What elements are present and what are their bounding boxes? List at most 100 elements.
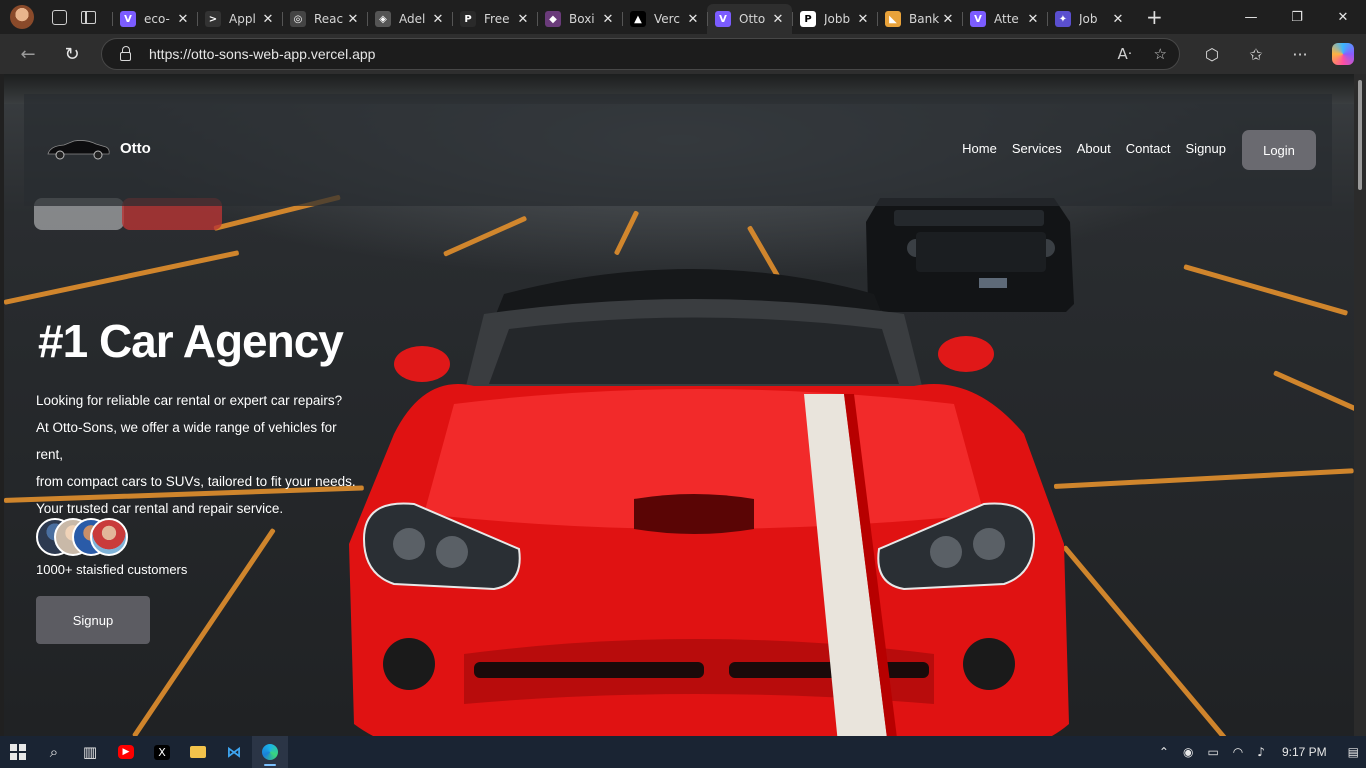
browser-tab[interactable]: V Otto ✕ — [707, 4, 792, 34]
close-window-icon[interactable]: ✕ — [1320, 0, 1366, 34]
extensions-icon[interactable]: ⬡ — [1190, 45, 1234, 64]
start-button[interactable] — [0, 736, 36, 768]
browser-tab[interactable]: ◎ Reac ✕ — [282, 4, 367, 34]
tab-title: Jobb — [824, 12, 851, 26]
close-tab-icon[interactable]: ✕ — [855, 12, 871, 27]
tab-title: Adel — [399, 12, 426, 26]
hero-line: Looking for reliable car rental or exper… — [36, 393, 343, 408]
close-tab-icon[interactable]: ✕ — [430, 12, 446, 27]
browser-tab[interactable]: ◣ Bank ✕ — [877, 4, 962, 34]
workspaces-icon[interactable] — [52, 9, 67, 25]
volume-icon[interactable]: ♪ — [1257, 745, 1265, 759]
task-view-icon[interactable]: ▥ — [72, 736, 108, 768]
browser-toolbar: ← ↻ https://otto-sons-web-app.vercel.app… — [0, 34, 1366, 74]
login-button[interactable]: Login — [1242, 130, 1316, 170]
tab-favicon-icon: ◆ — [545, 11, 561, 27]
tab-title: Boxi — [569, 12, 595, 26]
tab-actions-icon[interactable] — [81, 10, 96, 24]
page-scrollbar[interactable] — [1354, 74, 1366, 736]
favorite-star-icon[interactable]: ☆ — [1154, 45, 1167, 63]
chevron-up-icon[interactable]: ⌃ — [1159, 745, 1169, 759]
hero-signup-button[interactable]: Signup — [36, 596, 150, 644]
edge-browser-icon[interactable] — [252, 736, 288, 768]
tab-favicon-icon: ◎ — [290, 11, 306, 27]
copilot-icon[interactable] — [1332, 43, 1354, 65]
tab-title: Verc — [654, 12, 680, 26]
browser-tab[interactable]: > Appl ✕ — [197, 4, 282, 34]
vscode-icon[interactable]: ⋈ — [216, 736, 252, 768]
browser-tab[interactable]: ✦ Job ✕ — [1047, 4, 1132, 34]
windows-taskbar: ⌕ ▥ ▶ X ⋈ ⌃ ◉ ▭ ◠ ♪ 9:17 PM ▤ — [0, 736, 1366, 768]
clock-time[interactable]: 9:17 PM — [1282, 745, 1327, 759]
hero-line: At Otto-Sons, we offer a wide range of v… — [36, 420, 337, 462]
reload-icon[interactable]: ↻ — [60, 42, 84, 66]
tab-title: Appl — [229, 12, 256, 26]
favorites-icon[interactable]: ✩ — [1234, 45, 1278, 64]
main-menu: Home Services About Contact Signup — [962, 141, 1226, 156]
close-tab-icon[interactable]: ✕ — [600, 12, 616, 27]
page-viewport: Otto Home Services About Contact Signup … — [4, 74, 1354, 736]
close-tab-icon[interactable]: ✕ — [260, 12, 276, 27]
new-tab-icon[interactable]: + — [1146, 5, 1163, 29]
tab-title: Bank — [909, 12, 940, 26]
close-tab-icon[interactable]: ✕ — [175, 12, 191, 27]
nav-services-link[interactable]: Services — [1012, 141, 1062, 156]
windows-logo-icon — [10, 744, 26, 760]
search-icon[interactable]: ⌕ — [36, 736, 72, 768]
profile-avatar[interactable] — [10, 5, 34, 29]
car-logo-icon[interactable] — [44, 136, 112, 162]
tab-list: Veco- ✕ > Appl ✕ ◎ Reac ✕ ◈ Adel ✕ P Free ✕ ◆ Boxi ✕ ▲ Ver… — [112, 0, 1132, 34]
tab-favicon-icon: ▲ — [630, 11, 646, 27]
tab-favicon-icon: ◈ — [375, 11, 391, 27]
browser-tab-strip: Veco- ✕ > Appl ✕ ◎ Reac ✕ ◈ Adel ✕ P Free ✕ ◆ Boxi ✕ ▲ Ver… — [0, 0, 1366, 34]
address-bar[interactable]: https://otto-sons-web-app.vercel.app Aᐧ … — [101, 38, 1180, 70]
close-tab-icon[interactable]: ✕ — [1025, 12, 1041, 27]
tab-favicon-icon: P — [800, 11, 816, 27]
lock-icon[interactable] — [120, 45, 131, 61]
window-controls: — ❐ ✕ — [1228, 0, 1366, 34]
back-arrow-icon[interactable]: ← — [16, 42, 40, 66]
file-explorer-icon[interactable] — [180, 736, 216, 768]
close-tab-icon[interactable]: ✕ — [940, 12, 956, 27]
browser-tab[interactable]: ◆ Boxi ✕ — [537, 4, 622, 34]
browser-tab[interactable]: Veco- ✕ — [112, 4, 197, 34]
youtube-app-icon[interactable]: ▶ — [108, 736, 144, 768]
tab-title: Atte — [994, 12, 1019, 26]
brand-name[interactable]: Otto — [120, 140, 151, 157]
hero-description: Looking for reliable car rental or exper… — [36, 387, 366, 522]
more-menu-icon[interactable]: ··· — [1278, 45, 1322, 64]
browser-tab[interactable]: P Free ✕ — [452, 4, 537, 34]
customer-avatars — [36, 518, 128, 558]
notifications-icon[interactable]: ▤ — [1348, 745, 1359, 759]
wifi-icon[interactable]: ◠ — [1233, 745, 1243, 759]
battery-icon[interactable]: ▭ — [1207, 745, 1218, 759]
nav-contact-link[interactable]: Contact — [1126, 141, 1171, 156]
minimize-icon[interactable]: — — [1228, 0, 1274, 34]
close-tab-icon[interactable]: ✕ — [1110, 12, 1126, 27]
close-tab-icon[interactable]: ✕ — [515, 12, 531, 27]
close-tab-icon[interactable]: ✕ — [770, 12, 786, 27]
read-aloud-icon[interactable]: Aᐧ — [1117, 45, 1131, 63]
tab-favicon-icon: ◣ — [885, 11, 901, 27]
nav-home-link[interactable]: Home — [962, 141, 997, 156]
hero-line: from compact cars to SUVs, tailored to f… — [36, 474, 356, 489]
nav-about-link[interactable]: About — [1077, 141, 1111, 156]
tab-favicon-icon: V — [120, 11, 136, 27]
tab-favicon-icon: V — [715, 11, 731, 27]
close-tab-icon[interactable]: ✕ — [345, 12, 361, 27]
url-text[interactable]: https://otto-sons-web-app.vercel.app — [149, 46, 375, 62]
nav-signup-link[interactable]: Signup — [1186, 141, 1226, 156]
tab-favicon-icon: ✦ — [1055, 11, 1071, 27]
browser-tab[interactable]: V Atte ✕ — [962, 4, 1047, 34]
browser-tab[interactable]: ▲ Verc ✕ — [622, 4, 707, 34]
browser-tab[interactable]: P Jobb ✕ — [792, 4, 877, 34]
system-tray: ⌃ ◉ ▭ ◠ ♪ 9:17 PM ▤ — [1152, 736, 1366, 768]
restore-icon[interactable]: ❐ — [1274, 0, 1320, 34]
tab-favicon-icon: P — [460, 11, 476, 27]
tab-favicon-icon: > — [205, 11, 221, 27]
x-app-icon[interactable]: X — [144, 736, 180, 768]
meet-now-icon[interactable]: ◉ — [1183, 745, 1193, 759]
hero-title: #1 Car Agency — [38, 315, 344, 367]
close-tab-icon[interactable]: ✕ — [685, 12, 701, 27]
browser-tab[interactable]: ◈ Adel ✕ — [367, 4, 452, 34]
